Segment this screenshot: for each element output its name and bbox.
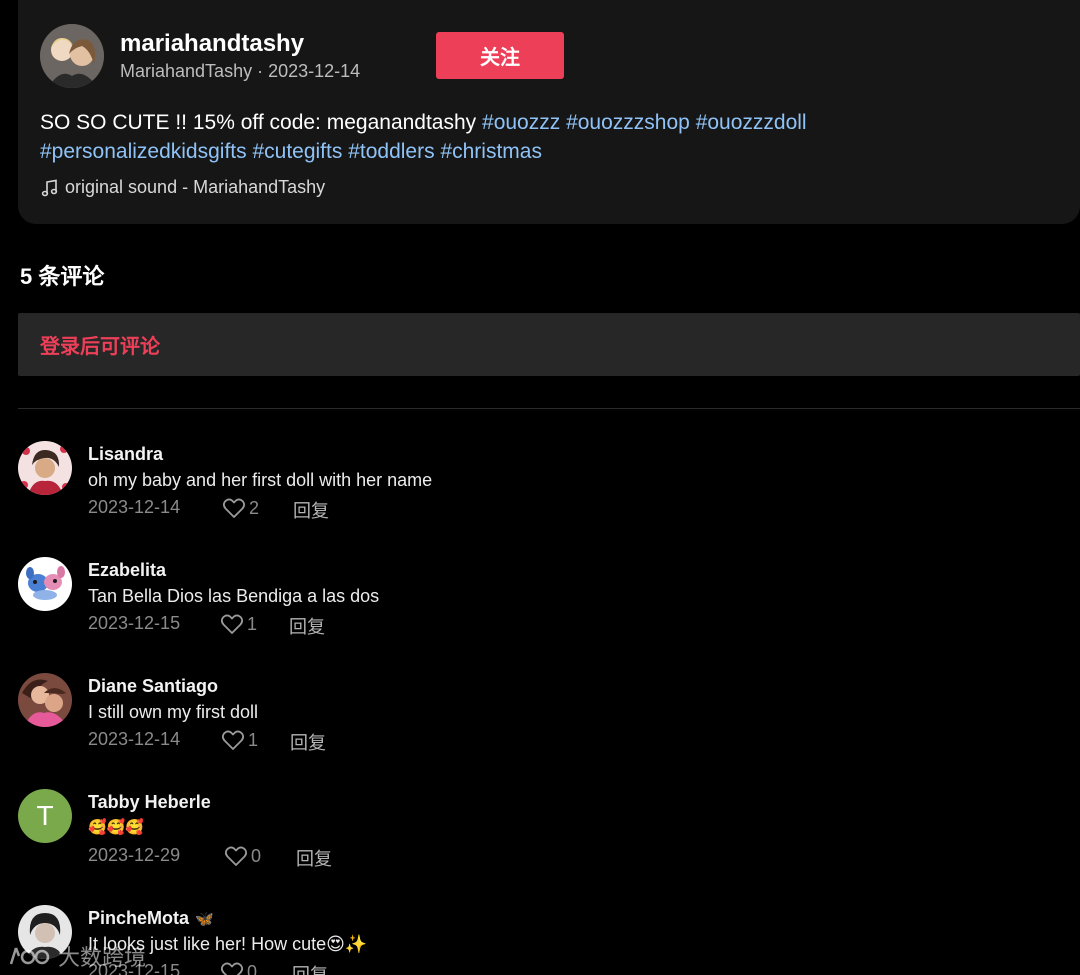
follow-button[interactable]: 关注 [436,32,564,79]
author-meta: MariahandTashy · 2023-12-14 [120,61,360,82]
commenter-name-text: PincheMota [88,908,190,928]
comment-date: 2023-12-29 [88,845,181,865]
heart-icon [222,497,246,519]
comment-text: 🥰🥰🥰 [88,819,145,836]
author-username[interactable]: mariahandtashy [120,30,304,58]
comment-text: oh my baby and her first doll with her n… [88,470,433,490]
like-count: 0 [251,845,262,866]
heart-icon [220,613,244,635]
comment-item: PincheMota 🦋 It looks just like her! How… [18,905,1058,975]
comment-item: T Tabby Heberle 🥰🥰🥰 2023-12-29 0 回复 [18,789,1058,889]
login-to-comment-bar[interactable]: 登录后可评论 [18,313,1080,376]
commenter-name[interactable]: Tabby Heberle [88,792,211,813]
login-to-comment-text: 登录后可评论 [40,336,160,358]
commenter-avatar[interactable] [18,673,72,727]
watermark-logo-icon [8,944,50,968]
caption-text: SO SO CUTE !! 15% off code: meganandtash… [40,111,477,134]
comment-date: 2023-12-14 [88,729,181,749]
reply-button[interactable]: 回复 [293,497,329,523]
comment-count: 5 条评论 [20,264,105,289]
meta-separator: · [252,61,269,81]
like-count: 1 [247,613,258,634]
comment-date: 2023-12-14 [88,497,181,517]
commenter-avatar[interactable]: T [18,789,72,843]
reply-button[interactable]: 回复 [296,845,332,871]
commenter-avatar[interactable] [18,441,72,495]
like-count: 2 [249,497,260,518]
hashtag-link[interactable]: #ouozzz [482,111,560,134]
music-note-icon [40,178,60,198]
commenter-name[interactable]: Diane Santiago [88,676,218,697]
comment-date: 2023-12-15 [88,613,181,633]
hashtag-link[interactable]: #personalizedkidsgifts [40,140,247,163]
comment-text: I still own my first doll [88,702,259,722]
comment-item: Lisandra oh my baby and her first doll w… [18,441,1058,541]
like-button[interactable]: 1 [221,729,258,751]
hashtag-link[interactable]: #cutegifts [252,140,342,163]
like-button[interactable]: 1 [220,613,257,635]
like-button[interactable]: 0 [224,845,261,867]
like-count: 1 [248,729,259,750]
avatar-letter: T [36,800,54,831]
post-date: 2023-12-14 [268,61,361,81]
heart-icon [224,845,248,867]
hashtag-link[interactable]: #toddlers [348,140,434,163]
post-caption: SO SO CUTE !! 15% off code: meganandtash… [40,108,1050,166]
hashtag-link[interactable]: #ouozzzdoll [696,111,807,134]
like-button[interactable]: 0 [220,961,257,975]
heart-icon [221,729,245,751]
watermark-text: 大数跨境 [58,945,147,970]
like-count: 0 [247,961,258,975]
hashtag-link[interactable]: #ouozzzshop [566,111,690,134]
sound-link[interactable]: original sound - MariahandTashy [40,177,325,198]
comment-item: Diane Santiago I still own my first doll… [18,673,1058,773]
hashtag-link[interactable]: #christmas [440,140,542,163]
commenter-name[interactable]: PincheMota 🦋 [88,908,214,929]
like-button[interactable]: 2 [222,497,259,519]
commenter-name[interactable]: Ezabelita [88,560,166,581]
comment-item: Ezabelita Tan Bella Dios las Bendiga a l… [18,557,1058,657]
watermark: 大数跨境 [8,940,146,972]
tiktok-post-page: mariahandtashy MariahandTashy · 2023-12-… [0,0,1080,975]
divider [18,408,1080,409]
butterfly-badge-icon: 🦋 [195,910,214,928]
sound-title: original sound - MariahandTashy [65,177,326,197]
reply-button[interactable]: 回复 [289,613,325,639]
commenter-name[interactable]: Lisandra [88,444,163,465]
comment-text: Tan Bella Dios las Bendiga a las dos [88,586,380,606]
author-avatar[interactable] [40,24,104,88]
heart-icon [220,961,244,975]
post-info-card: mariahandtashy MariahandTashy · 2023-12-… [18,0,1080,224]
commenter-avatar[interactable] [18,557,72,611]
author-display-name: MariahandTashy [120,61,253,81]
reply-button[interactable]: 回复 [290,729,326,755]
reply-button[interactable]: 回复 [292,961,328,975]
